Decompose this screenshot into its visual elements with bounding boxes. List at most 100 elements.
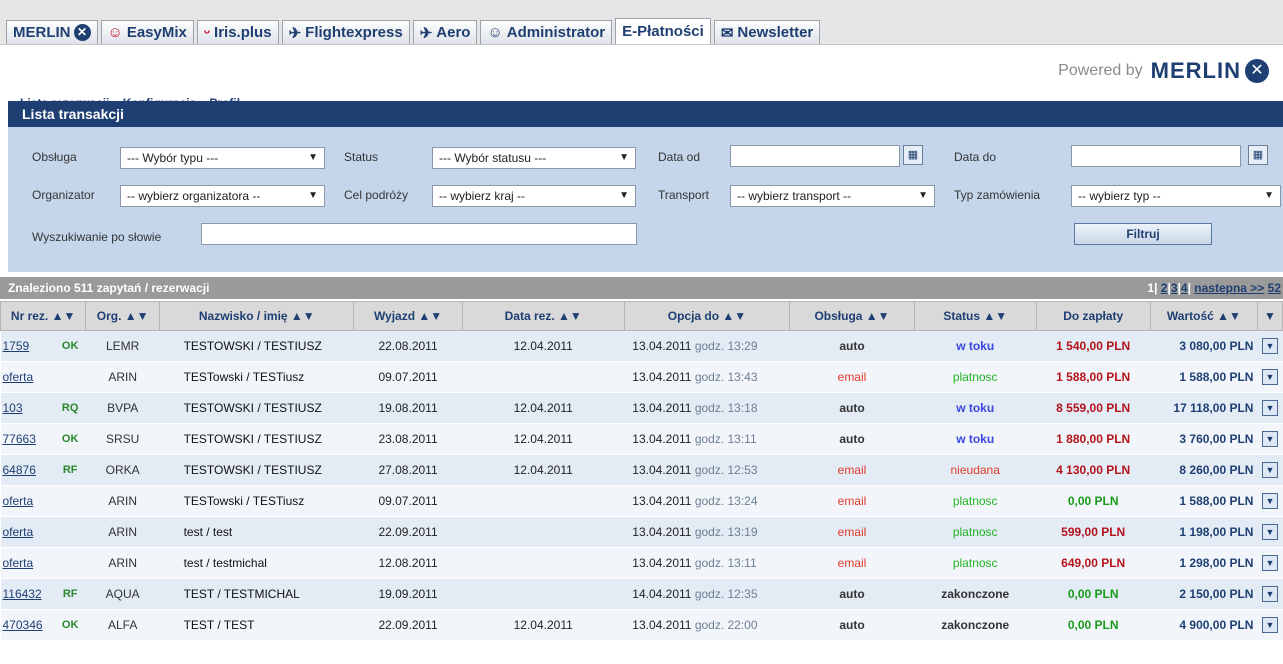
select-obsluga[interactable]: --- Wybór typu --- ▼: [120, 147, 325, 169]
select-typ-zamowienia[interactable]: -- wybierz typ -- ▼: [1071, 185, 1281, 207]
cell-wyjazd: 19.09.2011: [353, 578, 463, 610]
tab-easymix[interactable]: ☺ EasyMix: [100, 20, 194, 44]
input-data-do[interactable]: [1071, 145, 1241, 167]
status-value: platnosc: [952, 556, 998, 570]
table-row: oferta ARIN test / testmichal 12.08.2011 13.…: [0, 547, 1283, 579]
col-status[interactable]: Status ▲▼: [913, 301, 1037, 331]
filter-button[interactable]: Filtruj: [1074, 223, 1212, 245]
tab-aero[interactable]: ✈ Aero: [412, 20, 478, 44]
amount-due: 0,00 PLN: [1067, 587, 1119, 601]
select-status[interactable]: --- Wybór statusu --- ▼: [432, 147, 636, 169]
cell-menu: ▼: [1257, 485, 1283, 517]
cell-opcja-do: 13.04.2011 godz. 13:18: [624, 392, 790, 424]
col-data-rez[interactable]: Data rez. ▲▼: [461, 301, 625, 331]
merlin-brand: MERLIN: [1150, 58, 1241, 83]
calendar-icon[interactable]: ▦: [1248, 145, 1268, 165]
amount-due: 8 559,00 PLN: [1056, 401, 1131, 415]
table-body: 1759 OK LEMR TESTOWSKI / TESTIUSZ 22.08.2011…: [0, 330, 1283, 641]
row-menu-icon[interactable]: ▼: [1261, 369, 1278, 385]
reservation-link[interactable]: 64876: [3, 463, 36, 477]
col-wartosc[interactable]: Wartość ▲▼: [1149, 301, 1258, 331]
cell-wyjazd: 27.08.2011: [353, 454, 463, 486]
opcja-date: 13.04.2011: [632, 370, 692, 384]
cell-obsluga: auto: [789, 392, 915, 424]
cell-do-zaplaty: 8 559,00 PLN: [1036, 392, 1151, 424]
row-menu-icon[interactable]: ▼: [1261, 431, 1278, 447]
last-page-link[interactable]: 52: [1268, 281, 1281, 295]
col-menu[interactable]: ▼: [1256, 301, 1283, 331]
cell-nr-rez: 64876: [0, 454, 55, 486]
select-transport[interactable]: -- wybierz transport -- ▼: [730, 185, 935, 207]
row-menu-icon[interactable]: ▼: [1261, 586, 1278, 602]
search-input[interactable]: [201, 223, 637, 245]
cell-data-rez: [462, 485, 625, 517]
reservation-link[interactable]: 103: [3, 401, 23, 415]
tab-e-platnosci[interactable]: E-Płatności: [615, 18, 711, 44]
plane-icon: ✈: [288, 24, 302, 42]
tab-administrator[interactable]: ☺ Administrator: [480, 20, 613, 44]
cell-wyjazd: 22.09.2011: [353, 609, 463, 641]
col-nr-rez[interactable]: Nr rez. ▲▼: [0, 301, 87, 331]
reservation-link[interactable]: oferta: [3, 370, 34, 384]
tab-label: Newsletter: [737, 24, 814, 41]
tab-merlin[interactable]: MERLIN ✕: [6, 20, 98, 44]
section-title: Lista transakcji: [8, 101, 1283, 127]
row-menu-icon[interactable]: ▼: [1261, 338, 1278, 354]
cell-org: ARIN: [85, 516, 160, 548]
cell-name: TESTowski / TESTiusz: [159, 361, 354, 393]
table-header-row: Nr rez. ▲▼ Org. ▲▼ Nazwisko / imię ▲▼ Wy…: [0, 301, 1283, 331]
page-separator: |: [1154, 281, 1158, 295]
opcja-time: godz. 13:19: [694, 525, 758, 539]
cell-status-code: OK: [54, 423, 86, 455]
col-obsluga[interactable]: Obsługa ▲▼: [789, 301, 915, 331]
reservation-link[interactable]: 1759: [3, 339, 30, 353]
page-link-4[interactable]: 4: [1181, 281, 1188, 295]
reservation-link[interactable]: oferta: [3, 494, 34, 508]
row-menu-icon[interactable]: ▼: [1261, 617, 1278, 633]
row-menu-icon[interactable]: ▼: [1261, 462, 1278, 478]
row-menu-icon[interactable]: ▼: [1261, 524, 1278, 540]
calendar-icon[interactable]: ▦: [903, 145, 923, 165]
col-nazwisko[interactable]: Nazwisko / imię ▲▼: [159, 301, 355, 331]
tab-iris-plus[interactable]: ᵕ Iris.plus: [196, 20, 279, 44]
cell-opcja-do: 13.04.2011 godz. 22:00: [624, 609, 790, 641]
input-data-od[interactable]: [730, 145, 900, 167]
reservation-link[interactable]: oferta: [3, 556, 34, 570]
page-link-3[interactable]: 3: [1171, 281, 1178, 295]
cell-wartosc: 1 198,00 PLN: [1150, 516, 1258, 548]
select-value: -- wybierz organizatora --: [127, 189, 261, 203]
obsluga-value: email: [837, 556, 867, 570]
row-menu-icon[interactable]: ▼: [1261, 400, 1278, 416]
reservation-link[interactable]: 470346: [3, 618, 43, 632]
opcja-time: godz. 13:43: [694, 370, 758, 384]
powered-by-logo: Powered by MERLIN ✕: [1058, 58, 1269, 84]
col-wyjazd[interactable]: Wyjazd ▲▼: [353, 301, 463, 331]
cell-obsluga: auto: [789, 578, 915, 610]
col-org[interactable]: Org. ▲▼: [85, 301, 161, 331]
filter-panel: Obsługa --- Wybór typu --- ▼ Status --- W…: [8, 127, 1283, 272]
row-menu-icon[interactable]: ▼: [1261, 555, 1278, 571]
cell-wyjazd: 09.07.2011: [353, 361, 463, 393]
select-organizator[interactable]: -- wybierz organizatora -- ▼: [120, 185, 325, 207]
next-page-link[interactable]: nastepna >>: [1194, 281, 1264, 295]
cell-status: zakonczone: [914, 609, 1037, 641]
tab-flightexpress[interactable]: ✈ Flightexpress: [281, 20, 410, 44]
select-cel-podrozy[interactable]: -- wybierz kraj -- ▼: [432, 185, 636, 207]
reservation-link[interactable]: 77663: [3, 432, 36, 446]
opcja-date: 13.04.2011: [632, 618, 692, 632]
cell-menu: ▼: [1257, 609, 1283, 641]
chevron-down-icon: ▼: [308, 152, 318, 163]
obsluga-value: email: [837, 525, 867, 539]
cell-menu: ▼: [1257, 547, 1283, 579]
tab-newsletter[interactable]: ✉ Newsletter: [713, 20, 821, 44]
reservation-link[interactable]: oferta: [3, 525, 34, 539]
row-menu-icon[interactable]: ▼: [1261, 493, 1278, 509]
cell-wartosc: 1 588,00 PLN: [1150, 485, 1258, 517]
cell-status-code: OK: [54, 609, 86, 641]
reservation-link[interactable]: 116432: [3, 587, 42, 601]
cell-org: ALFA: [85, 609, 160, 641]
cell-opcja-do: 14.04.2011 godz. 12:35: [624, 578, 790, 610]
col-opcja-do[interactable]: Opcja do ▲▼: [623, 301, 791, 331]
chevron-down-icon: ▼: [619, 152, 629, 163]
status-value: w toku: [956, 432, 995, 446]
